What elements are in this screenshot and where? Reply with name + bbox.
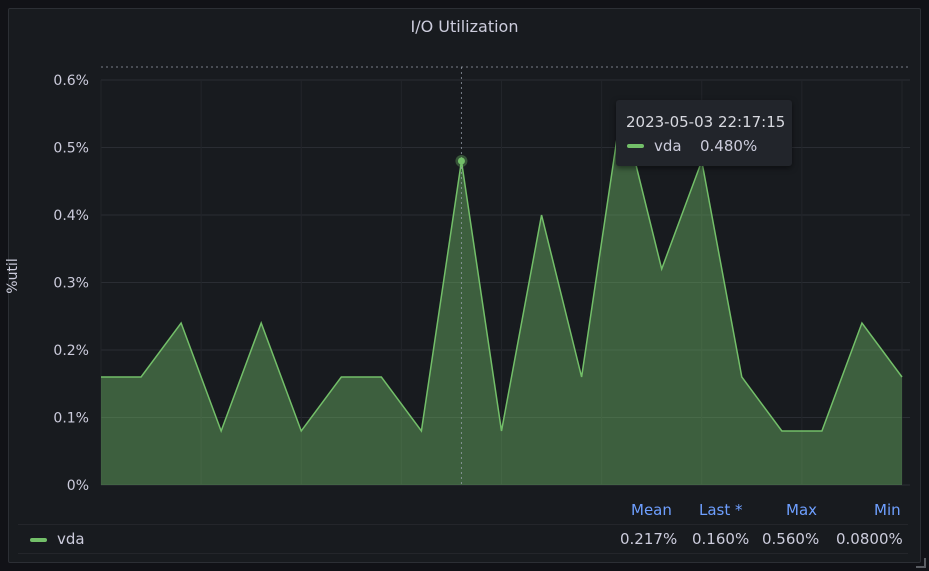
data-point	[340, 376, 342, 378]
data-point	[821, 430, 823, 432]
data-point	[901, 376, 903, 378]
hover-point	[457, 157, 465, 165]
data-point	[661, 268, 663, 270]
tooltip-series-value: 0.480%	[700, 137, 758, 155]
y-tick-label: 0.6%	[53, 73, 89, 89]
legend-header-last[interactable]: Last *	[699, 501, 743, 519]
y-tick-label: 0.5%	[53, 141, 89, 157]
data-point	[220, 430, 222, 432]
data-point	[741, 376, 743, 378]
area-chart[interactable]: 0% 0.1% 0.2% 0.3% 0.4% 0.5% 0.6%	[0, 0, 929, 571]
data-point	[861, 322, 863, 324]
legend-header-max[interactable]: Max	[786, 501, 817, 519]
hover-tooltip: 2023-05-03 22:17:15 vda 0.480%	[616, 100, 792, 166]
data-point	[420, 430, 422, 432]
y-tick-label: 0.3%	[53, 276, 89, 292]
y-tick-label: 0.2%	[53, 343, 89, 359]
y-tick-label: 0.4%	[53, 208, 89, 224]
legend-mean-value: 0.217%	[620, 530, 678, 548]
data-point	[100, 376, 102, 378]
tooltip-series-name: vda	[654, 137, 682, 155]
y-axis-label: %util	[5, 258, 21, 294]
legend-last-value: 0.160%	[692, 530, 750, 548]
legend-min-value: 0.0800%	[836, 530, 903, 548]
legend-header-mean[interactable]: Mean	[631, 501, 672, 519]
data-point	[581, 376, 583, 378]
legend-swatch-vda[interactable]	[30, 538, 47, 542]
legend-header-min[interactable]: Min	[874, 501, 901, 519]
data-point	[260, 322, 262, 324]
data-point	[180, 322, 182, 324]
data-point	[300, 430, 302, 432]
data-point	[781, 430, 783, 432]
tooltip-series-swatch	[627, 144, 644, 148]
legend-max-value: 0.560%	[762, 530, 820, 548]
resize-handle-icon[interactable]	[916, 558, 926, 568]
y-tick-label: 0.1%	[53, 411, 89, 427]
data-point	[380, 376, 382, 378]
data-point	[501, 430, 503, 432]
data-point	[541, 214, 543, 216]
data-point	[140, 376, 142, 378]
legend-series-name[interactable]: vda	[57, 530, 85, 548]
y-tick-label: 0%	[67, 478, 89, 494]
tooltip-time: 2023-05-03 22:17:15	[626, 113, 786, 131]
